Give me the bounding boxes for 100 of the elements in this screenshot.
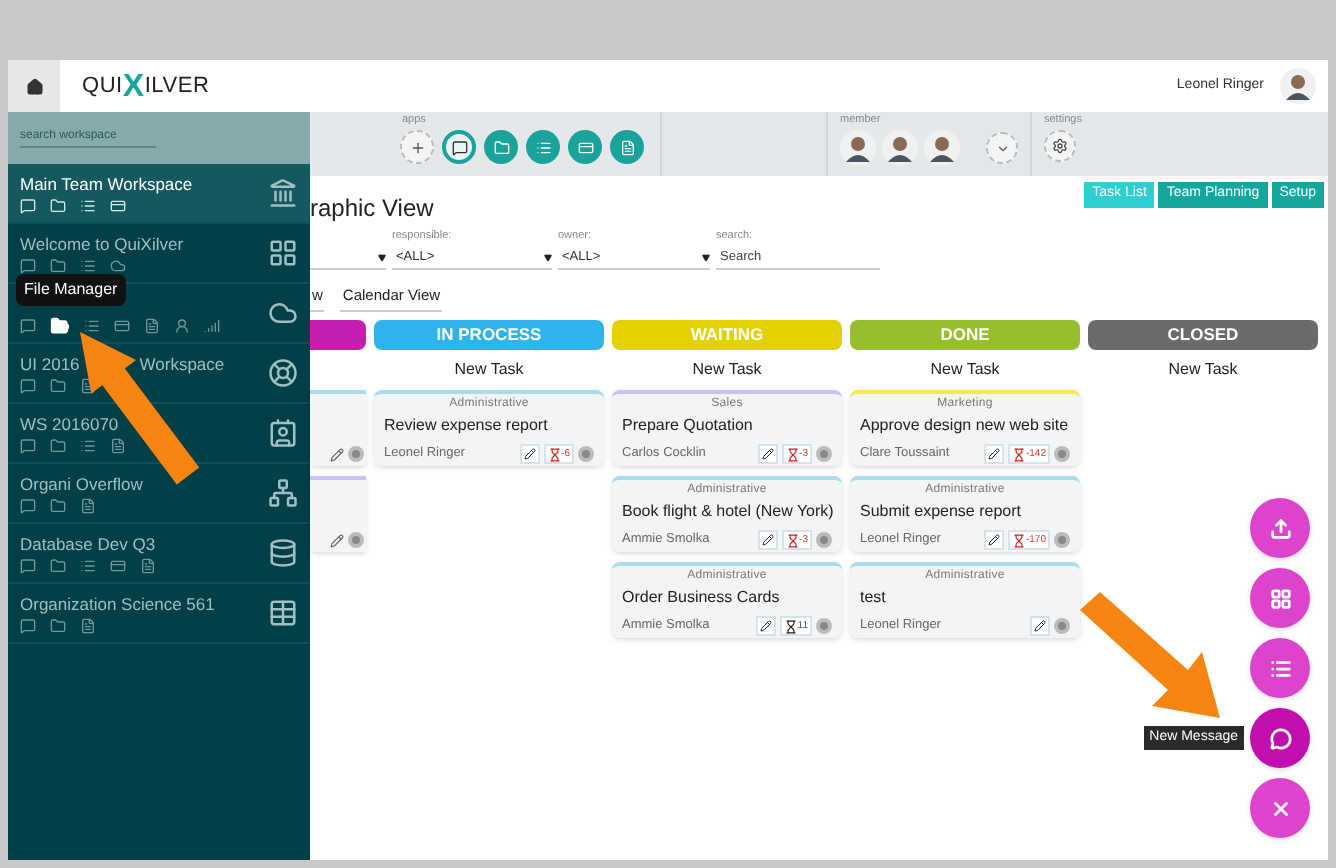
card-icon[interactable] bbox=[110, 558, 126, 574]
edit-button[interactable] bbox=[983, 444, 1004, 465]
task-title: Review expense report bbox=[384, 414, 550, 439]
upload-icon bbox=[1269, 517, 1291, 539]
note-icon[interactable] bbox=[80, 618, 96, 634]
avatar-icon[interactable] bbox=[1280, 68, 1316, 104]
hourglass-icon bbox=[783, 619, 798, 634]
avatar-icon[interactable] bbox=[840, 130, 876, 166]
cloud-icon bbox=[268, 298, 298, 328]
pencil-icon[interactable] bbox=[330, 534, 344, 549]
chat-icon[interactable] bbox=[20, 378, 36, 394]
lifebuoy-icon bbox=[268, 358, 298, 388]
pencil-icon bbox=[523, 448, 536, 461]
database-icon bbox=[268, 538, 298, 568]
new-task-button[interactable]: New Task bbox=[1088, 350, 1318, 391]
chat-app-button[interactable] bbox=[442, 130, 476, 164]
list-fab[interactable] bbox=[1250, 638, 1310, 698]
workspace-item[interactable]: Main Team Workspace bbox=[8, 164, 310, 224]
card-icon[interactable] bbox=[114, 318, 130, 334]
close-icon bbox=[1269, 797, 1291, 819]
person-icon[interactable] bbox=[174, 318, 190, 334]
note-icon[interactable] bbox=[80, 498, 96, 514]
task-title: test bbox=[860, 586, 888, 611]
list-icon bbox=[1269, 657, 1291, 679]
list-icon[interactable] bbox=[84, 318, 100, 334]
close-fab[interactable] bbox=[1250, 778, 1310, 838]
note-icon[interactable] bbox=[110, 438, 126, 454]
card-app-button[interactable] bbox=[568, 130, 602, 164]
edit-button[interactable] bbox=[1030, 616, 1050, 637]
chat-icon[interactable] bbox=[20, 558, 36, 574]
note-app-button[interactable] bbox=[610, 130, 644, 164]
task-card[interactable] bbox=[310, 390, 366, 467]
workspace-item[interactable]: Organization Science 561 bbox=[8, 584, 310, 644]
dropdown-icon bbox=[544, 253, 552, 261]
new-task-button[interactable]: New Task bbox=[612, 350, 842, 391]
pencil-icon bbox=[759, 620, 772, 633]
pencil-icon[interactable] bbox=[330, 448, 344, 463]
hourglass-icon bbox=[785, 447, 800, 462]
edit-button[interactable] bbox=[757, 444, 778, 465]
column-header: CLOSED bbox=[1088, 320, 1318, 351]
new-task-button[interactable]: New Task bbox=[374, 350, 604, 391]
workspace-name: Main Team Workspace bbox=[20, 172, 193, 194]
workspace-name: Welcome to QuiXilver bbox=[20, 232, 184, 254]
hourglass-icon bbox=[785, 533, 800, 548]
settings-button[interactable] bbox=[1044, 130, 1076, 162]
workspace-name: Organi Overflow bbox=[20, 472, 143, 494]
edit-button[interactable] bbox=[519, 444, 540, 465]
dropdown-icon bbox=[702, 253, 710, 261]
tooltip: File Manager bbox=[16, 274, 126, 306]
upload-fab[interactable] bbox=[1250, 498, 1310, 558]
task-title: Prepare Quotation bbox=[622, 414, 755, 439]
list-icon[interactable] bbox=[80, 198, 96, 214]
workspace-item[interactable]: Database Dev Q3 bbox=[8, 524, 310, 584]
settings-icon bbox=[1052, 138, 1068, 154]
avatar-icon[interactable] bbox=[882, 130, 918, 166]
list-app-button[interactable] bbox=[526, 130, 560, 164]
chat-icon[interactable] bbox=[20, 618, 36, 634]
chat-icon[interactable] bbox=[20, 438, 36, 454]
chat-icon[interactable] bbox=[20, 498, 36, 514]
workspace-name: Organization Science 561 bbox=[20, 592, 215, 614]
new-task-button[interactable]: New Task bbox=[850, 350, 1080, 391]
pencil-icon bbox=[1034, 620, 1046, 633]
pencil-icon bbox=[761, 448, 774, 461]
task-title: Submit expense report bbox=[860, 500, 1023, 525]
pencil-icon bbox=[987, 534, 1000, 547]
edit-button[interactable] bbox=[983, 530, 1004, 551]
edit-button[interactable] bbox=[757, 530, 778, 551]
bank-icon bbox=[268, 178, 298, 208]
list-icon[interactable] bbox=[80, 258, 96, 274]
message-icon bbox=[1269, 727, 1291, 749]
sitemap-icon bbox=[268, 478, 298, 508]
grid-fab[interactable] bbox=[1250, 568, 1310, 628]
edit-button[interactable] bbox=[755, 616, 776, 637]
note-icon[interactable] bbox=[144, 318, 160, 334]
pencil-icon bbox=[987, 448, 1000, 461]
workspace-name: UI 2016 bbox=[20, 352, 80, 374]
column-header: WAITING bbox=[612, 320, 842, 351]
home-button[interactable] bbox=[8, 60, 60, 112]
task-card[interactable] bbox=[310, 476, 366, 553]
note-icon bbox=[619, 139, 635, 155]
idcard-icon bbox=[268, 418, 298, 448]
chat-icon[interactable] bbox=[20, 318, 36, 334]
message-fab[interactable] bbox=[1250, 708, 1310, 768]
column-header: DONE bbox=[850, 320, 1080, 351]
task-title: Order Business Cards bbox=[622, 586, 782, 611]
workspace-name: WS 2016070 bbox=[20, 412, 119, 434]
chart-icon[interactable] bbox=[204, 318, 220, 334]
note-icon[interactable] bbox=[140, 558, 156, 574]
list-icon[interactable] bbox=[80, 558, 96, 574]
list-icon bbox=[535, 139, 551, 155]
column-header: IN PROCESS bbox=[374, 320, 604, 351]
list-icon[interactable] bbox=[80, 438, 96, 454]
workspace-name: Database Dev Q3 bbox=[20, 532, 156, 554]
avatar-icon[interactable] bbox=[924, 130, 960, 166]
pencil-icon bbox=[761, 534, 774, 547]
table-icon bbox=[268, 598, 298, 628]
hourglass-icon bbox=[547, 447, 562, 462]
view-title: raphic View bbox=[310, 192, 434, 226]
chat-icon[interactable] bbox=[20, 258, 36, 274]
cloud-icon[interactable] bbox=[110, 258, 126, 274]
